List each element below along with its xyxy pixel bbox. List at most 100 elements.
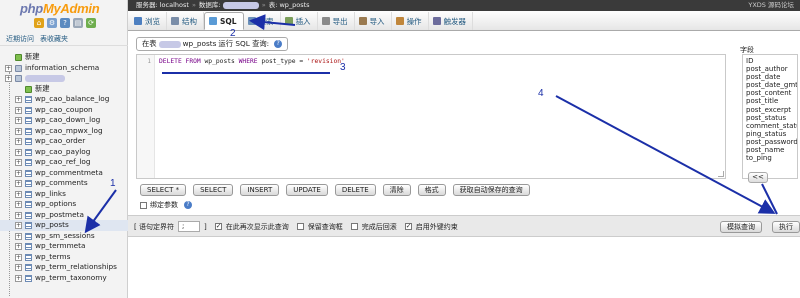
sql-code[interactable]: DELETE FROM wp_posts WHERE post_type = '… (159, 58, 345, 65)
tree-label[interactable]: wp_postmeta (35, 210, 84, 221)
tree-row[interactable]: + (0, 73, 128, 84)
tree-label[interactable]: wp_options (35, 199, 76, 210)
column-option[interactable]: post_name (746, 146, 794, 154)
tree-label[interactable]: wp_cao_down_log (35, 115, 100, 126)
tree-row[interactable]: + wp_links (0, 189, 128, 200)
tree-row[interactable]: + wp_cao_balance_log (0, 94, 128, 105)
tree-row[interactable]: + wp_cao_ref_log (0, 157, 128, 168)
tab-浏览[interactable]: 浏览 (130, 12, 167, 30)
expand-icon[interactable]: + (15, 106, 22, 114)
tree-label[interactable]: wp_cao_balance_log (35, 94, 109, 105)
tree-row[interactable]: + wp_term_relationships (0, 262, 128, 273)
expand-icon[interactable]: + (15, 148, 22, 156)
option-checkbox[interactable] (296, 223, 304, 230)
tree-label[interactable]: wp_comments (35, 178, 88, 189)
expand-icon[interactable]: + (15, 274, 22, 282)
expand-icon[interactable]: + (15, 201, 22, 208)
tree-row[interactable]: + wp_cao_order (0, 136, 128, 147)
tree-row[interactable]: + wp_cao_coupon (0, 105, 128, 116)
expand-icon[interactable]: + (15, 264, 22, 271)
tree-row[interactable]: + information_schema (0, 63, 128, 74)
query-button[interactable]: UPDATE (286, 184, 328, 196)
tree-label[interactable]: wp_term_relationships (35, 262, 117, 273)
query-button[interactable]: INSERT (240, 184, 280, 196)
sql-docs-icon[interactable]: ▤ (73, 18, 83, 28)
expand-icon[interactable]: + (15, 169, 22, 177)
expand-icon[interactable]: + (15, 159, 22, 166)
column-option[interactable]: to_ping (746, 154, 794, 162)
option-checkbox[interactable] (214, 222, 222, 230)
tree-label[interactable]: 新建 (35, 84, 50, 95)
expand-icon[interactable]: + (15, 232, 22, 240)
tree-row[interactable]: 新建 (0, 52, 128, 63)
tab-结构[interactable]: 结构 (167, 12, 204, 30)
tree-label[interactable]: wp_cao_paylog (35, 147, 90, 158)
tree-row[interactable]: + wp_commentmeta (0, 168, 128, 179)
query-button[interactable]: 获取自动保存的查询 (452, 184, 530, 196)
tree-label[interactable]: wp_commentmeta (35, 168, 103, 179)
home-icon[interactable]: ⌂ (34, 18, 44, 28)
simulate-query-button[interactable]: 模拟查询 (720, 221, 762, 233)
tree-label[interactable]: wp_terms (35, 252, 70, 263)
tree-label[interactable]: wp_posts (35, 220, 69, 231)
column-option[interactable]: comment_status (746, 122, 797, 130)
settings-icon[interactable]: ⚙ (47, 18, 57, 28)
tree-label[interactable]: wp_cao_ref_log (35, 157, 91, 168)
tree-label[interactable]: information_schema (25, 63, 99, 74)
option-checkbox[interactable] (350, 223, 358, 230)
tree-label[interactable]: 新建 (25, 52, 40, 63)
tree-row[interactable]: + wp_cao_paylog (0, 147, 128, 158)
go-button[interactable]: 执行 (772, 221, 800, 233)
breadcrumb-server[interactable]: 服务器: localhost (136, 1, 189, 9)
query-button[interactable]: 格式 (417, 184, 446, 196)
expand-icon[interactable]: + (15, 96, 22, 103)
insert-column-button[interactable]: << (748, 172, 768, 183)
expand-icon[interactable]: + (15, 243, 22, 250)
breadcrumb-database[interactable]: 数据库: (199, 1, 221, 9)
tree-row[interactable]: + wp_options (0, 199, 128, 210)
tree-row[interactable]: + wp_terms (0, 252, 128, 263)
favorite-tables-link[interactable]: 表收藏夹 (40, 34, 68, 44)
tree-row[interactable]: + wp_cao_down_log (0, 115, 128, 126)
help-icon[interactable]: ? (184, 201, 192, 209)
tab-触发器[interactable]: 触发器 (429, 12, 474, 30)
tree-label[interactable]: wp_sm_sessions (35, 231, 95, 242)
tree-row[interactable]: 新建 (0, 84, 128, 95)
tab-插入[interactable]: 插入 (281, 12, 318, 30)
column-option[interactable]: post_excerpt (746, 106, 794, 114)
tree-row[interactable]: + wp_comments (0, 178, 128, 189)
column-option[interactable]: ID (746, 57, 794, 65)
column-option[interactable]: post_date_gmt (746, 81, 797, 89)
refresh-icon[interactable]: ⟳ (86, 18, 96, 28)
tab-操作[interactable]: 操作 (392, 12, 429, 30)
expand-icon[interactable]: + (15, 253, 22, 261)
recent-tables-link[interactable]: 近期访问 (6, 34, 34, 44)
resize-handle[interactable] (718, 171, 724, 177)
query-button[interactable]: SELECT (193, 184, 234, 196)
tree-label[interactable] (25, 75, 65, 82)
delimiter-input[interactable]: ; (177, 221, 200, 232)
tree-label[interactable]: wp_cao_mpwx_log (35, 126, 103, 137)
column-option[interactable]: post_title (746, 97, 794, 105)
tree-row[interactable]: + wp_cao_mpwx_log (0, 126, 128, 137)
tree-row[interactable]: + wp_sm_sessions (0, 231, 128, 242)
expand-icon[interactable]: + (15, 190, 22, 198)
column-option[interactable]: ping_status (746, 130, 794, 138)
tab-导入[interactable]: 导入 (355, 12, 392, 30)
breadcrumb-table[interactable]: 表: wp_posts (269, 1, 310, 9)
tree-row[interactable]: + wp_posts (0, 220, 128, 231)
tree-row[interactable]: + wp_termmeta (0, 241, 128, 252)
tree-row[interactable]: + wp_postmeta (0, 210, 128, 221)
option-checkbox[interactable] (404, 222, 412, 230)
tree-label[interactable]: wp_cao_coupon (35, 105, 93, 116)
tree-label[interactable]: wp_links (35, 189, 66, 200)
query-button[interactable]: DELETE (334, 184, 376, 196)
column-option[interactable]: post_date (746, 73, 794, 81)
bind-parameters-checkbox[interactable] (140, 201, 147, 209)
tree-label[interactable]: wp_termmeta (35, 241, 86, 252)
expand-icon[interactable]: + (15, 180, 22, 187)
query-button[interactable]: 清除 (382, 184, 411, 196)
tree-label[interactable]: wp_term_taxonomy (35, 273, 107, 284)
tab-搜索[interactable]: 搜索 (244, 12, 281, 30)
expand-icon[interactable]: + (15, 211, 22, 219)
